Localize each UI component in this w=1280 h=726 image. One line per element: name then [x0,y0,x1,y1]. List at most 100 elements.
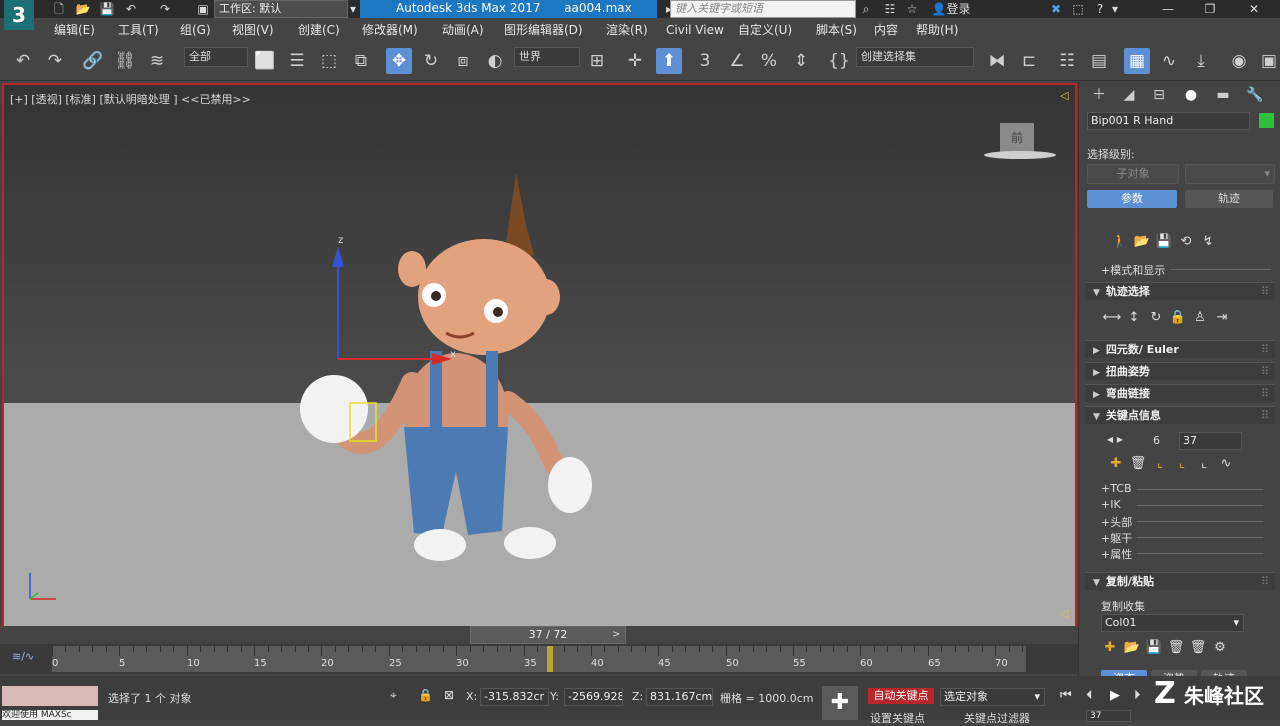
key-subitem-head[interactable]: +头部 [1101,514,1271,530]
delete-collection-icon[interactable]: 🗑 [1165,640,1187,655]
set-key-big-button[interactable]: ✚ [822,686,858,720]
motion-tab-icon[interactable]: ● [1177,84,1205,106]
undo-icon[interactable]: ↶ [122,0,140,18]
set-sliding-key-icon[interactable]: ⌞ [1171,456,1193,471]
key-filters-button[interactable]: 关键点过滤器 [964,710,1030,726]
sub-object-dropdown[interactable]: ▾ [1185,164,1275,184]
panel-collapse-icon[interactable]: ◁ [1060,89,1068,102]
project-icon[interactable]: ▣ [194,0,212,18]
delete-all-icon[interactable]: 🗑 [1187,640,1209,655]
menu-edit[interactable]: 编辑(E) [54,20,95,40]
copy-collection-dropdown[interactable]: Col01 ▾ [1101,614,1244,632]
load-collection-icon[interactable]: 📂 [1121,640,1143,655]
key-time-spinner[interactable]: 37 [1179,432,1242,450]
key-subitem-tcb[interactable]: +TCB [1101,482,1271,495]
menu-help[interactable]: 帮助(H) [916,20,958,40]
edit-named-selections-icon[interactable]: {} [826,48,852,74]
menu-civil-view[interactable]: Civil View [666,20,724,40]
display-tab-icon[interactable]: ▬ [1209,84,1237,106]
menu-graph-editors[interactable]: 图形编辑器(D) [504,20,583,40]
prev-next-key-icons[interactable]: ◂ ▸ [1107,432,1123,446]
save-file-icon[interactable]: 💾 [98,0,116,18]
spinner-snap-icon[interactable]: ⇕ [788,48,814,74]
undo-icon[interactable]: ↶ [10,48,36,74]
key-subitem-body[interactable]: +躯干 [1101,530,1271,546]
snaps-toggle-icon[interactable]: 3 [692,48,718,74]
current-frame-field[interactable]: 37 [1086,710,1131,722]
help-chevron-icon[interactable]: ▾ [1110,0,1120,18]
isolate-icon[interactable]: ⌖ [390,688,397,703]
communication-icon[interactable]: ☷ [880,0,900,18]
unlink-icon[interactable]: ⛓ [112,48,138,74]
viewport-label[interactable]: [+] [透视] [标准] [默认明暗处理 ] <<已禁用>> [10,91,251,107]
next-key-icon[interactable]: ⏵ [1134,688,1141,703]
redo-icon[interactable]: ↷ [156,0,174,18]
menu-animation[interactable]: 动画(A) [442,20,484,40]
scale-icon[interactable]: ⧈ [450,48,476,74]
gizmo-x-arrow[interactable] [432,353,452,365]
rollout-twist-pose[interactable]: ▶ 扭曲姿势 ⠿ [1085,362,1275,380]
selection-lock-icon[interactable]: 🔒 [418,688,433,702]
time-slider[interactable]: 37 / 72 [470,626,626,644]
body-vertical-icon[interactable]: ↕ [1123,310,1145,325]
auto-key-button[interactable]: 自动关键点 [868,688,934,704]
menu-rendering[interactable]: 渲染(R) [606,20,648,40]
selection-filter-dropdown[interactable]: 全部 [184,47,248,67]
favorites-icon[interactable]: ☆ [902,0,922,18]
utilities-tab-icon[interactable]: 🔧 [1241,84,1269,106]
menu-customize[interactable]: 自定义(U) [738,20,792,40]
mode-display-label[interactable]: +模式和显示 [1101,262,1165,278]
next-frame-icon[interactable]: > [612,626,624,644]
render-setup-icon[interactable]: ▣ [1256,48,1280,74]
key-subitem-props[interactable]: +属性 [1101,546,1271,562]
play-icon[interactable]: ▶ [1110,688,1120,703]
perspective-viewport[interactable]: [+] [透视] [标准] [默认明暗处理 ] <<已禁用>> 前 ◁ ◁ z … [2,83,1077,628]
set-key-icon[interactable]: ✚ [1105,456,1127,471]
bind-spacewarp-icon[interactable]: ≋ [144,48,170,74]
select-manipulate-icon[interactable]: ✛ [622,48,648,74]
schematic-view-icon[interactable]: ⤓ [1188,48,1214,74]
close-icon[interactable]: ✕ [1242,0,1266,18]
search-input[interactable]: 键入关键字或短语 [670,0,856,18]
angle-snap-icon[interactable]: ∠ [724,48,750,74]
x-icon[interactable]: ✖ [1046,0,1066,18]
rollout-key-info[interactable]: ▼ 关键点信息 ⠿ [1085,406,1275,424]
body-horizontal-icon[interactable]: ⟷ [1101,310,1123,325]
symmetrical-icon[interactable]: ♙ [1189,310,1211,325]
gizmo-z-arrow[interactable] [332,247,344,267]
menu-tools[interactable]: 工具(T) [118,20,159,40]
maximize-icon[interactable]: ❐ [1198,0,1222,18]
absolute-mode-icon[interactable]: ⊠ [444,688,454,702]
layer-explorer-icon[interactable]: ▤ [1086,48,1112,74]
rollout-quat-euler[interactable]: ▶ 四元数/ Euler ⠿ [1085,340,1275,358]
minimize-icon[interactable]: — [1156,0,1180,18]
ribbon-toggle-icon[interactable]: ▦ [1124,48,1150,74]
signin-button[interactable]: 👤登录 [926,0,976,18]
new-file-icon[interactable]: 🗋 [50,0,68,18]
z-coordinate-field[interactable]: 831.167cm [646,688,713,706]
set-key-mode-label[interactable]: 设置关键点 [870,710,925,726]
time-slider-bar[interactable]: < 37 / 72 > [0,626,1078,644]
scene-explorer-icon[interactable]: ☷ [1054,48,1080,74]
rollout-track-select[interactable]: ▼ 轨迹选择 ⠿ [1085,282,1275,300]
object-name-field[interactable]: Bip001 R Hand [1087,112,1250,130]
menu-create[interactable]: 创建(C) [298,20,340,40]
mini-curve-editor-icon[interactable]: ≋/∿ [12,650,34,663]
open-file-icon[interactable]: 📂 [74,0,92,18]
app-logo[interactable]: 3 [4,0,34,30]
set-free-key-icon[interactable]: ⌞ [1193,456,1215,471]
track-bar[interactable]: ≋/∿ 0 5 10 15 20 25 30 35 40 45 50 55 60 65 70 [0,644,1078,674]
maxscript-output[interactable]: 欢迎使用 MAXSc [2,710,98,720]
rect-selection-icon[interactable]: ⬚ [316,48,342,74]
save-file-icon[interactable]: 💾 [1153,234,1175,249]
buffer-icon[interactable]: ⟲ [1175,234,1197,249]
body-rotation-icon[interactable]: ↻ [1145,310,1167,325]
named-selection-dropdown[interactable]: 创建选择集 [856,47,974,67]
binoculars-icon[interactable]: ⌕ [856,0,876,18]
select-by-name-icon[interactable]: ☰ [284,48,310,74]
mirror-icon[interactable]: ⧓ [984,48,1010,74]
move-icon[interactable]: ✥ [386,48,412,74]
rubber-band-icon[interactable]: ↯ [1197,234,1219,249]
link-icon[interactable]: 🔗 [80,48,106,74]
menu-view[interactable]: 视图(V) [232,20,274,40]
